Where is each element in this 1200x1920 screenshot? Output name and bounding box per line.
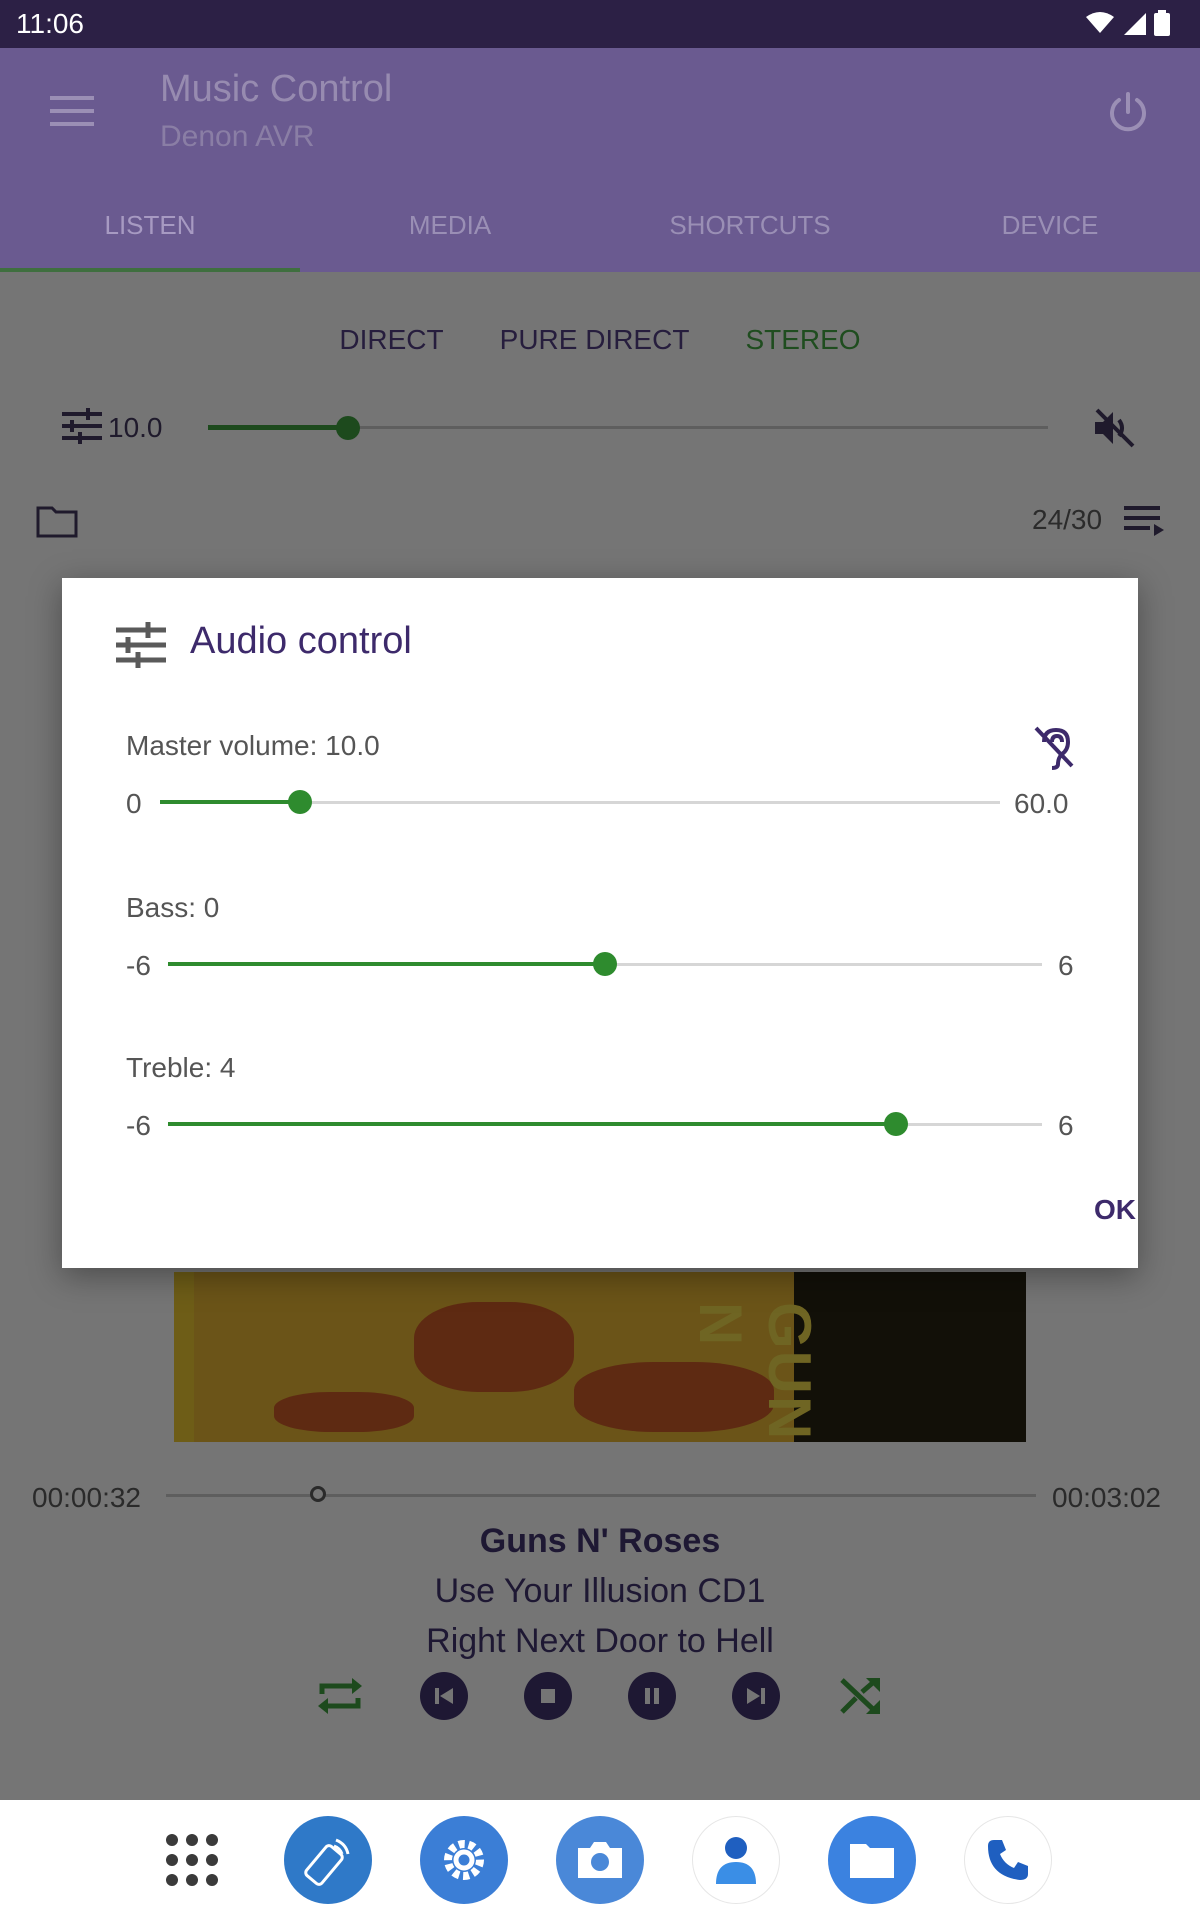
stop-icon (541, 1689, 555, 1703)
master-volume-max: 60.0 (1014, 788, 1069, 819)
status-time: 11:06 (16, 8, 84, 39)
volume-value: 10.0 (108, 412, 163, 443)
app-subtitle: Denon AVR (160, 120, 315, 153)
bass-thumb[interactable] (593, 952, 617, 976)
treble-label: Treble: 4 (126, 1052, 236, 1083)
repeat-button[interactable] (316, 1672, 364, 1720)
master-volume-fill (160, 800, 300, 804)
dialog-title: Audio control (190, 620, 412, 662)
previous-button[interactable] (420, 1672, 468, 1720)
time-total: 00:03:02 (1052, 1482, 1161, 1513)
mode-pure-direct-button[interactable]: PURE DIRECT (500, 324, 690, 356)
remote-app-icon (304, 1838, 350, 1886)
contacts-app-icon (716, 1837, 756, 1884)
playback-controls (0, 1672, 1200, 1720)
camera-app-icon (578, 1842, 622, 1878)
equalizer-icon[interactable] (62, 408, 102, 444)
phone-app-icon (988, 1840, 1028, 1880)
app-dock (0, 1800, 1200, 1920)
settings-app-icon (444, 1840, 484, 1880)
track-artist: Guns N' Roses (479, 1522, 721, 1560)
volume-slider-fill (208, 425, 348, 430)
shuffle-button[interactable] (836, 1672, 884, 1720)
next-button[interactable] (732, 1672, 780, 1720)
progress-thumb[interactable] (310, 1486, 327, 1502)
shuffle-icon (840, 1678, 880, 1714)
volume-slider-thumb[interactable] (336, 416, 360, 440)
skip-next-icon (747, 1688, 765, 1704)
app-bar: Music Control Denon AVR (0, 48, 1200, 178)
master-volume-thumb[interactable] (288, 790, 312, 814)
contacts-app-button[interactable] (692, 1816, 780, 1904)
pause-icon (645, 1688, 659, 1704)
mode-direct-button[interactable]: DIRECT (339, 324, 443, 356)
battery-icon (1154, 10, 1170, 36)
status-icons (1086, 10, 1170, 36)
app-title: Music Control (160, 68, 393, 110)
tab-listen[interactable]: LISTEN (0, 178, 300, 272)
tab-bar: LISTEN MEDIA SHORTCUTS DEVICE (0, 178, 1200, 272)
album-art: GUNS N (174, 1272, 1026, 1442)
album-art-text: GUNS N (687, 1302, 823, 1442)
files-app-icon (850, 1844, 894, 1878)
master-volume-min: 0 (126, 788, 142, 819)
remote-app-button[interactable] (284, 1816, 372, 1904)
tab-shortcuts[interactable]: SHORTCUTS (600, 178, 900, 272)
status-bar: 11:06 (0, 0, 1200, 48)
sound-mode-row: DIRECT PURE DIRECT STEREO (0, 324, 1200, 356)
audio-control-dialog: Audio control Master volume: 10.0 0 60.0… (62, 578, 1138, 1268)
queue-icon[interactable] (1124, 504, 1164, 536)
master-volume-label: Master volume: 10.0 (126, 730, 380, 761)
mute-icon[interactable] (1093, 408, 1135, 448)
folder-icon[interactable] (36, 504, 78, 538)
apps-grid-button[interactable] (148, 1816, 236, 1904)
files-app-button[interactable] (828, 1816, 916, 1904)
treble-fill (168, 1122, 897, 1126)
queue-position: 24/30 (1032, 504, 1103, 535)
ok-button[interactable]: OK (1094, 1194, 1136, 1226)
hearing-disabled-icon[interactable] (1030, 724, 1076, 770)
bass-fill (168, 962, 605, 966)
tab-device[interactable]: DEVICE (900, 178, 1200, 272)
bass-label: Bass: 0 (126, 892, 220, 923)
equalizer-icon (116, 622, 166, 668)
apps-grid-icon (166, 1834, 218, 1886)
mode-stereo-button[interactable]: STEREO (745, 324, 860, 356)
bass-min: -6 (126, 950, 151, 981)
time-elapsed: 00:00:32 (32, 1482, 141, 1513)
bass-max: 6 (1058, 950, 1074, 981)
treble-max: 6 (1058, 1110, 1074, 1141)
phone-app-button[interactable] (964, 1816, 1052, 1904)
camera-app-button[interactable] (556, 1816, 644, 1904)
repeat-icon (318, 1678, 362, 1714)
menu-icon[interactable] (50, 96, 94, 128)
tab-media[interactable]: MEDIA (300, 178, 600, 272)
progress-track[interactable] (166, 1494, 1036, 1497)
signal-icon (1124, 13, 1146, 35)
track-title: Right Next Door to Hell (426, 1622, 774, 1660)
skip-previous-icon (435, 1688, 453, 1704)
treble-min: -6 (126, 1110, 151, 1141)
settings-app-button[interactable] (420, 1816, 508, 1904)
track-album: Use Your Illusion CD1 (434, 1572, 766, 1610)
wifi-icon (1086, 12, 1114, 33)
pause-button[interactable] (628, 1672, 676, 1720)
power-icon[interactable] (1106, 90, 1150, 134)
stop-button[interactable] (524, 1672, 572, 1720)
treble-thumb[interactable] (884, 1112, 909, 1136)
